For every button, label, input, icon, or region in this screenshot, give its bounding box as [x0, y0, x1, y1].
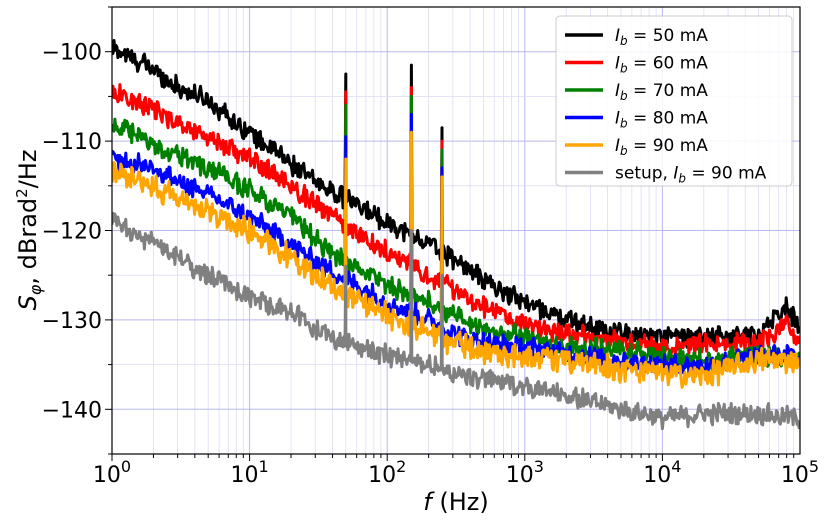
y-tick-label: −110: [42, 130, 102, 155]
y-tick-label: −100: [42, 41, 102, 66]
legend-entry: Ib = 60 mA: [615, 54, 708, 76]
y-tick-label: −130: [42, 309, 102, 334]
x-tick-label: 104: [643, 457, 681, 488]
x-tick-label: 103: [506, 457, 544, 488]
legend-entry: Ib = 80 mA: [615, 109, 708, 131]
x-tick-label: 100: [93, 457, 131, 488]
legend: Ib = 50 mA Ib = 60 mA Ib = 70 mA Ib = 80 mA…: [555, 15, 793, 187]
y-tick-label: −140: [42, 398, 102, 423]
legend-entry: setup, Ib = 90 mA: [615, 164, 767, 186]
legend-entry: Ib = 90 mA: [615, 136, 708, 158]
x-tick-label: 101: [231, 457, 269, 488]
legend-entry: Ib = 50 mA: [615, 26, 708, 48]
x-axis-label: f (Hz): [423, 488, 488, 516]
x-tick-label: 105: [781, 457, 819, 488]
y-tick-label: −120: [42, 220, 102, 245]
y-axis-label: Sφ, dBrad2/Hz: [13, 150, 45, 311]
phase-noise-chart: −100 −110 −120 −130 −140 100 101 102 103 104 105 f…: [13, 6, 819, 516]
x-tick-label: 102: [368, 457, 406, 488]
legend-entry: Ib = 70 mA: [615, 81, 708, 103]
